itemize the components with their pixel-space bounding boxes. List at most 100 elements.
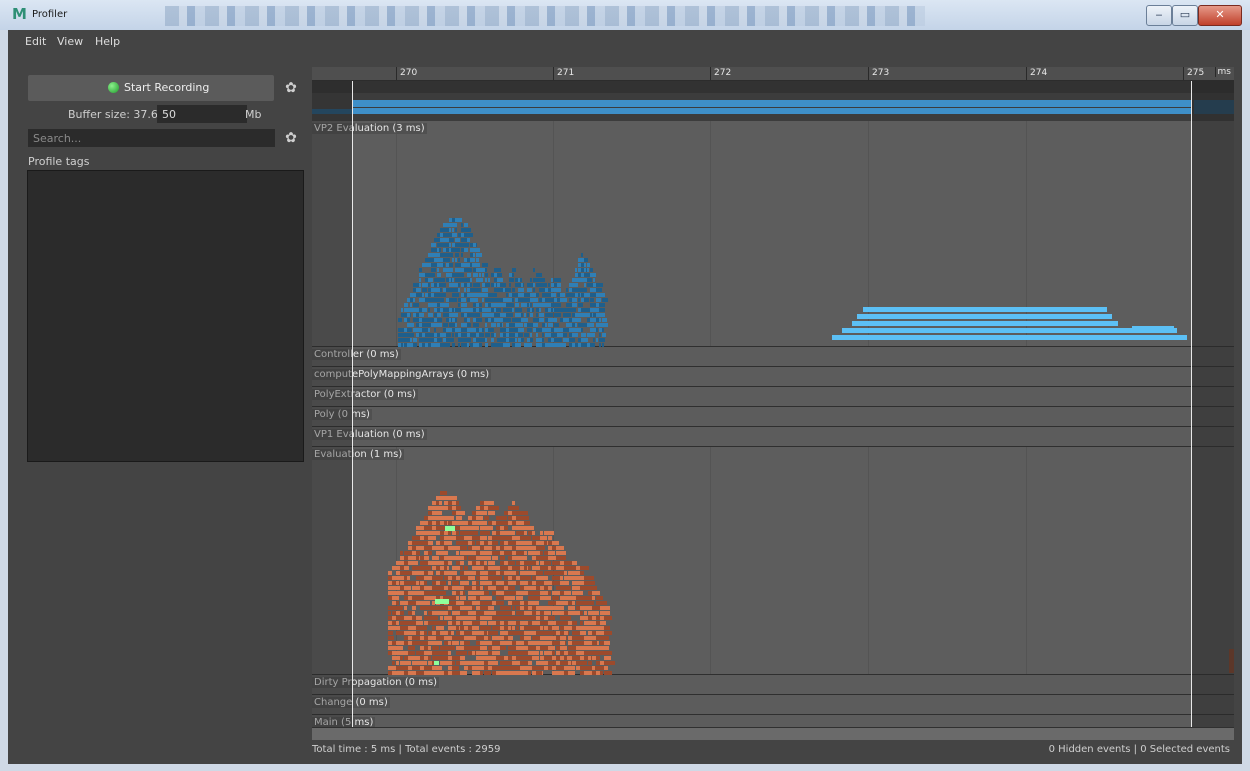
evaluation-event-block[interactable] [560, 576, 563, 580]
evaluation-event-block[interactable] [392, 566, 400, 570]
vp2-event-block[interactable] [539, 278, 545, 282]
vp2-event-block[interactable] [509, 288, 511, 292]
evaluation-event-block[interactable] [416, 556, 419, 560]
evaluation-event-block[interactable] [496, 576, 502, 580]
vp2-event-block[interactable] [578, 318, 581, 322]
vp2-event-block[interactable] [593, 343, 595, 347]
evaluation-event-block[interactable] [460, 566, 463, 570]
evaluation-event-block[interactable] [524, 636, 531, 640]
timeline-horizontal-scrollbar[interactable] [312, 727, 1234, 740]
evaluation-event-block[interactable] [604, 671, 612, 675]
evaluation-event-block[interactable] [388, 636, 394, 640]
evaluation-event-block[interactable] [488, 606, 494, 610]
evaluation-event-block[interactable] [584, 616, 587, 620]
evaluation-event-block[interactable] [464, 616, 467, 620]
evaluation-event-block[interactable] [580, 611, 583, 615]
vp2-event-block[interactable] [464, 298, 466, 302]
vp2-event-block[interactable] [575, 283, 578, 287]
vp2-event-block[interactable] [521, 338, 524, 342]
evaluation-event-block[interactable] [560, 556, 566, 560]
vp2-event-block[interactable] [401, 343, 403, 347]
evaluation-event-block[interactable] [564, 631, 568, 635]
evaluation-event-block[interactable] [484, 591, 489, 595]
vp2-event-block[interactable] [584, 258, 588, 262]
evaluation-event-block[interactable] [604, 626, 610, 630]
evaluation-event-block[interactable] [604, 641, 610, 645]
evaluation-event-block[interactable] [560, 586, 568, 590]
evaluation-event-block[interactable] [424, 661, 427, 665]
vp2-event-block[interactable] [602, 318, 607, 322]
evaluation-event-block[interactable] [424, 611, 427, 615]
evaluation-event-block[interactable] [532, 656, 539, 660]
category-row-vp1-evaluation[interactable]: VP1 Evaluation (0 ms) [312, 426, 1234, 447]
evaluation-event-block[interactable] [592, 641, 597, 645]
vp2-event-block[interactable] [473, 263, 480, 267]
vp2-event-block[interactable] [542, 283, 547, 287]
vp2-event-block[interactable] [536, 333, 538, 337]
vp2-event-block[interactable] [557, 303, 561, 307]
evaluation-event-block[interactable] [552, 651, 555, 655]
evaluation-event-block[interactable] [408, 646, 415, 650]
evaluation-event-block[interactable] [480, 586, 483, 590]
evaluation-event-block[interactable] [484, 536, 487, 540]
vp2-event-block[interactable] [602, 343, 604, 347]
vp2-event-block[interactable] [494, 308, 496, 312]
vp2-event-block[interactable] [455, 218, 462, 222]
evaluation-event-block[interactable] [488, 511, 495, 515]
category-row-poly-extractor[interactable]: PolyExtractor (0 ms) [312, 386, 1234, 407]
vp2-event-block[interactable] [452, 338, 454, 342]
evaluation-event-block[interactable] [580, 621, 583, 625]
vp2-event-block[interactable] [509, 318, 511, 322]
vp2-event-block[interactable] [491, 328, 493, 332]
vp2-event-block[interactable] [464, 243, 469, 247]
vp2-long-event[interactable] [1132, 326, 1174, 331]
vp2-event-block[interactable] [596, 328, 598, 332]
vp2-event-block[interactable] [455, 253, 459, 257]
vp2-event-block[interactable] [542, 318, 544, 322]
vp2-event-block[interactable] [419, 268, 422, 272]
vp2-event-block[interactable] [539, 308, 541, 312]
vp2-event-block[interactable] [446, 258, 450, 262]
vp2-event-block[interactable] [521, 328, 523, 332]
evaluation-event-block[interactable] [472, 651, 475, 655]
category-row-poly[interactable]: Poly (0 ms) [312, 406, 1234, 427]
evaluation-event-block[interactable] [520, 516, 529, 520]
vp2-event-block[interactable] [410, 338, 412, 342]
evaluation-event-block[interactable] [472, 606, 475, 610]
vp2-event-block[interactable] [425, 308, 427, 312]
vp2-event-block[interactable] [458, 343, 460, 347]
evaluation-event-block[interactable] [444, 521, 447, 525]
evaluation-event-block[interactable] [564, 666, 575, 670]
evaluation-event-block[interactable] [524, 566, 527, 570]
evaluation-event-block[interactable] [416, 666, 419, 670]
evaluation-event-block[interactable] [452, 501, 456, 505]
evaluation-event-block[interactable] [512, 586, 515, 590]
evaluation-event-block[interactable] [496, 601, 504, 605]
vp2-event-block[interactable] [494, 268, 501, 272]
evaluation-event-block[interactable] [452, 571, 457, 575]
vp2-event-block[interactable] [407, 318, 410, 322]
vp2-event-block[interactable] [452, 308, 454, 312]
evaluation-event-block[interactable] [516, 596, 523, 600]
vp2-event-block[interactable] [599, 293, 605, 297]
evaluation-event-block[interactable] [556, 551, 566, 555]
evaluation-event-block[interactable] [492, 631, 498, 635]
vp2-event-block[interactable] [557, 283, 561, 287]
evaluation-event-block[interactable] [472, 531, 478, 535]
evaluation-event-block[interactable] [404, 576, 407, 580]
vp2-event-block[interactable] [575, 298, 577, 302]
vp2-event-block[interactable] [575, 303, 577, 307]
vp2-event-block[interactable] [476, 253, 482, 257]
evaluation-event-block[interactable] [424, 556, 429, 560]
vp2-event-block[interactable] [590, 313, 592, 317]
evaluation-event-block[interactable] [456, 581, 459, 585]
evaluation-event-block[interactable] [412, 611, 415, 615]
vp2-event-block[interactable] [443, 293, 446, 297]
vp2-event-block[interactable] [479, 343, 482, 347]
vp2-event-block[interactable] [581, 333, 586, 337]
evaluation-event-block[interactable] [580, 566, 589, 570]
vp2-event-block[interactable] [581, 253, 583, 257]
evaluation-event-block[interactable] [524, 656, 527, 660]
evaluation-event-block[interactable] [456, 596, 459, 600]
evaluation-event-block[interactable] [428, 541, 433, 545]
